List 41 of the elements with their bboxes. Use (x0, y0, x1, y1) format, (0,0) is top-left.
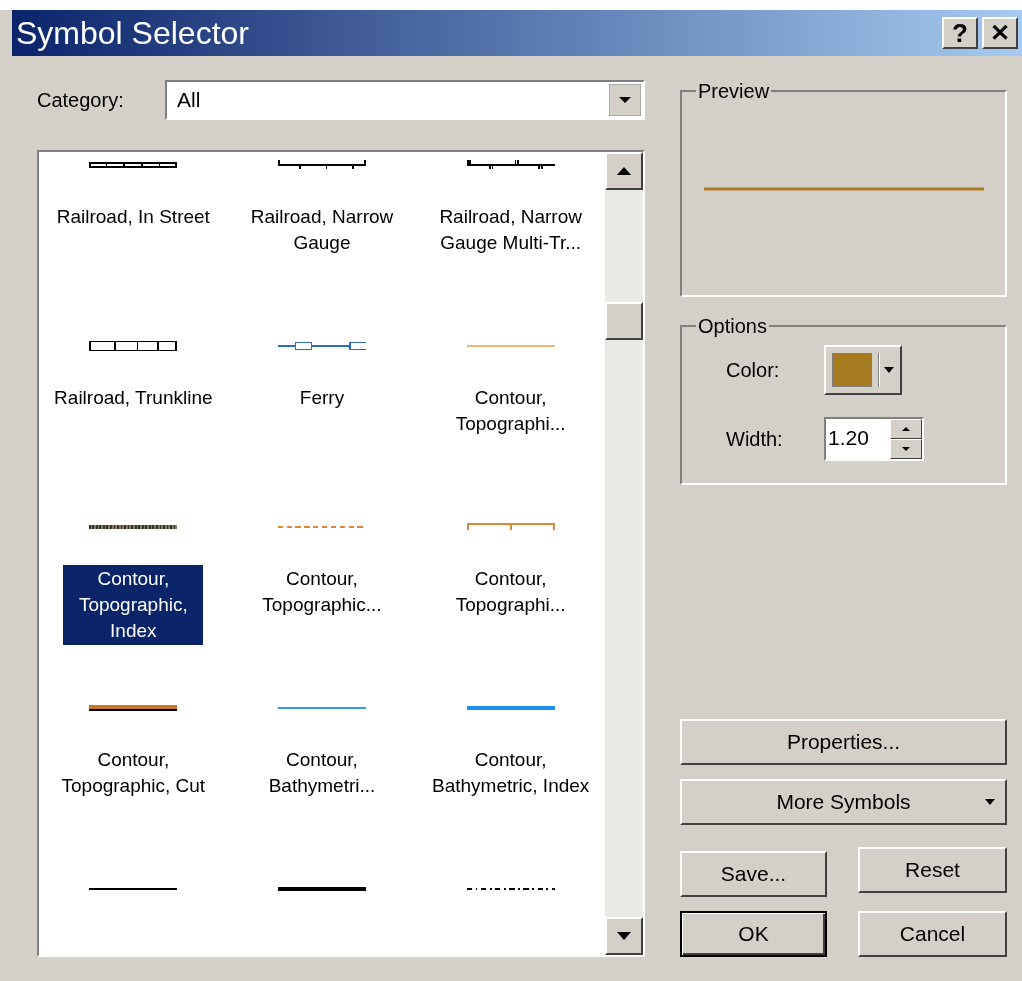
symbol-label[interactable]: Railroad, In Street (52, 203, 214, 231)
save-button[interactable]: Save... (680, 851, 827, 897)
reset-button[interactable]: Reset (858, 847, 1007, 893)
symbol-label[interactable]: Ferry (295, 384, 349, 412)
symbol-label[interactable]: Contour, Bathymetric, Index (423, 746, 598, 800)
width-spinner[interactable]: 1.20 (824, 417, 924, 461)
width-label: Width: (726, 427, 784, 452)
symbol-label[interactable]: Railroad, Trunkline (50, 384, 217, 412)
properties-button[interactable]: Properties... (680, 719, 1007, 765)
symbol-label[interactable]: Contour, Topographic... (235, 565, 409, 619)
spin-up-button[interactable] (890, 419, 922, 439)
scroll-up-button[interactable] (605, 152, 643, 190)
window-title: Symbol Selector (16, 17, 250, 49)
color-label: Color: (726, 358, 781, 383)
scroll-thumb[interactable] (605, 302, 643, 340)
dropdown-arrow-icon (609, 84, 641, 116)
color-picker[interactable] (824, 345, 902, 395)
up-arrow-icon (617, 167, 631, 175)
spin-down-button[interactable] (890, 439, 922, 459)
up-arrow-icon (902, 427, 910, 431)
close-button[interactable]: ✕ (982, 17, 1018, 49)
symbol-label[interactable]: Railroad, Narrow Gauge (235, 203, 409, 257)
symbol-label[interactable]: Contour, Bathymetri... (235, 746, 409, 800)
category-label: Category: (37, 88, 125, 113)
more-symbols-button[interactable]: More Symbols (680, 779, 1007, 825)
category-dropdown[interactable]: All (165, 80, 645, 120)
caret-icon (985, 799, 995, 805)
symbol-label[interactable]: Contour, Topographi... (423, 384, 598, 438)
scrollbar[interactable] (605, 152, 643, 955)
line-preview-icon (703, 185, 984, 192)
down-arrow-icon (617, 932, 631, 940)
ok-button[interactable]: OK (680, 911, 827, 957)
symbol-label[interactable]: Contour, Topographi... (423, 565, 598, 619)
help-button[interactable]: ? (942, 17, 978, 49)
down-arrow-icon (902, 447, 910, 451)
cancel-button[interactable]: Cancel (858, 911, 1007, 957)
scroll-down-button[interactable] (605, 917, 643, 955)
symbol-label[interactable]: Contour, Topographic, Cut (46, 746, 221, 800)
symbol-label[interactable]: Contour, Topographic, Index (63, 565, 204, 645)
caret-icon (884, 367, 894, 373)
symbol-label[interactable]: Railroad, Narrow Gauge Multi-Tr... (423, 203, 598, 257)
